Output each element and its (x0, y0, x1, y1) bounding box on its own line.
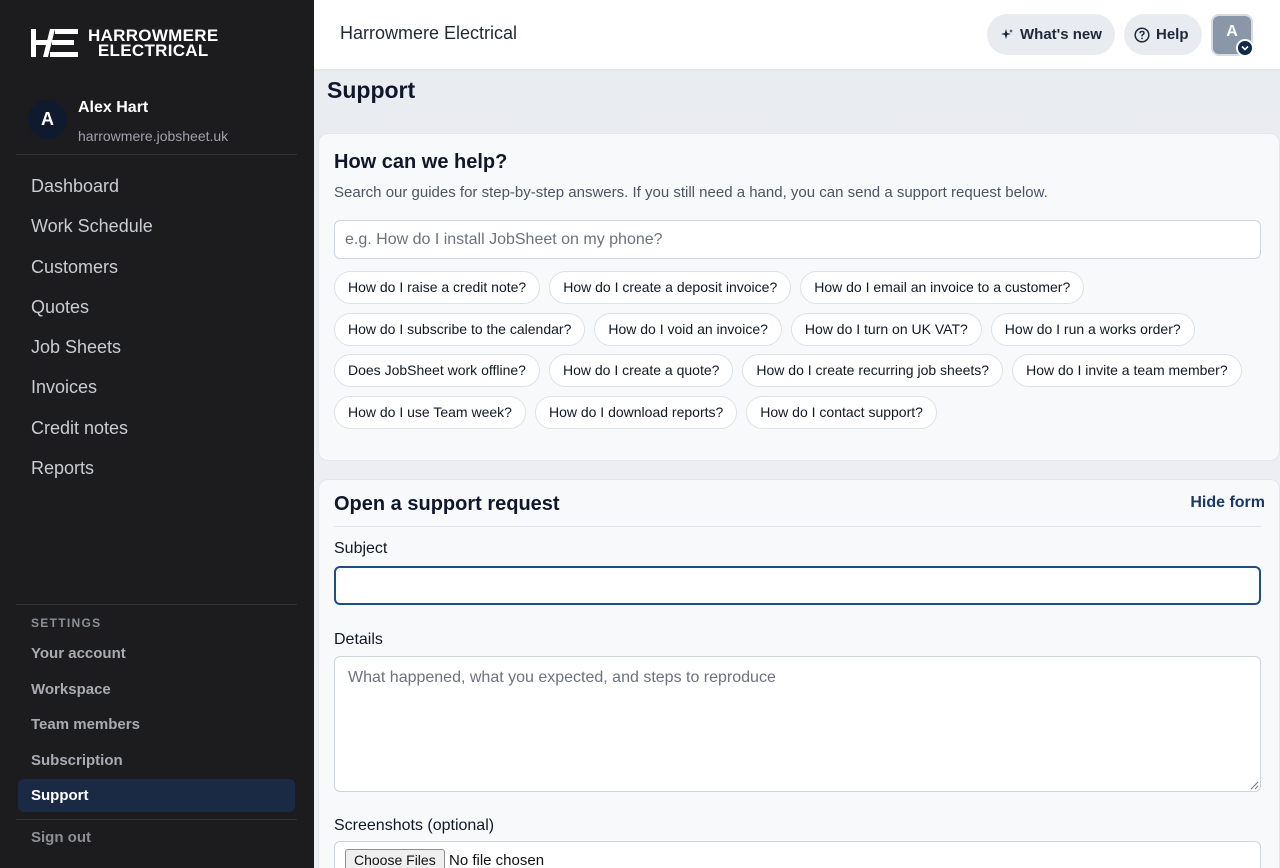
screenshots-file-input: Choose Files No file chosen (334, 841, 1261, 868)
question-chip[interactable]: How do I create a quote? (548, 354, 734, 387)
sidebar-divider (16, 604, 297, 605)
question-chip[interactable]: How do I run a works order? (990, 312, 1195, 346)
question-chip[interactable]: How do I turn on UK VAT? (790, 312, 982, 346)
nav-item-quotes[interactable]: Quotes (31, 287, 153, 327)
question-circle-icon (1134, 26, 1150, 43)
sidebar-divider (16, 154, 297, 155)
support-request-card: Open a support request Hide form Subject… (318, 479, 1280, 868)
main-content: Support How can we help? Search our guid… (314, 71, 1280, 868)
screenshots-label: Screenshots (optional) (334, 817, 495, 834)
user-profile[interactable]: A Alex Hart harrowmere.jobsheet.uk (28, 98, 228, 144)
help-label: Help (1156, 26, 1189, 43)
sidebar: HARROWMERE ELECTRICAL A Alex Hart harrow… (0, 0, 314, 868)
settings-heading: SETTINGS (31, 616, 102, 630)
question-chip[interactable]: How do I raise a credit note? (334, 271, 541, 304)
whats-new-button[interactable]: What's new (987, 14, 1115, 55)
subject-label: Subject (334, 540, 388, 557)
nav-item-credit-notes[interactable]: Credit notes (31, 408, 153, 448)
question-chip[interactable]: Does JobSheet work offline? (334, 354, 540, 387)
workspace-title: Harrowmere Electrical (340, 23, 518, 43)
sparkle-icon (1001, 28, 1013, 39)
question-chip[interactable]: How do I create a deposit invoice? (549, 271, 792, 304)
settings-item-support[interactable]: Support (18, 779, 295, 812)
details-textarea[interactable] (334, 656, 1261, 792)
avatar-initial: A (1226, 23, 1238, 40)
support-request-title: Open a support request (334, 493, 560, 515)
chevron-down-icon (1236, 39, 1254, 57)
suggested-questions: How do I raise a credit note? How do I c… (334, 271, 1264, 437)
nav-item-work-schedule[interactable]: Work Schedule (31, 206, 153, 246)
subject-input[interactable] (334, 566, 1261, 605)
page-title: Support (327, 77, 416, 103)
question-chip[interactable]: How do I subscribe to the calendar? (334, 312, 586, 346)
account-menu-avatar[interactable]: A (1211, 14, 1254, 57)
brand-logo[interactable]: HARROWMERE ELECTRICAL (30, 27, 219, 59)
question-chip[interactable]: How do I void an invoice? (594, 312, 782, 346)
nav-item-job-sheets[interactable]: Job Sheets (31, 327, 153, 367)
user-avatar: A (28, 100, 67, 139)
sign-out-link[interactable]: Sign out (31, 829, 91, 846)
settings-nav: Your account Workspace Team members Subs… (18, 636, 295, 812)
settings-item-team-members[interactable]: Team members (18, 707, 295, 743)
topbar: Harrowmere Electrical What's new Help A (314, 0, 1280, 70)
hide-form-button[interactable]: Hide form (1190, 494, 1265, 512)
user-name: Alex Hart (78, 99, 149, 116)
file-status: No file chosen (449, 852, 545, 868)
nav-item-dashboard[interactable]: Dashboard (31, 166, 153, 206)
nav-item-customers[interactable]: Customers (31, 247, 153, 287)
question-chip[interactable]: How do I contact support? (746, 395, 937, 429)
choose-files-button[interactable]: Choose Files (345, 849, 445, 868)
nav-item-reports[interactable]: Reports (31, 448, 153, 488)
logo-wordmark: HARROWMERE ELECTRICAL (88, 27, 219, 60)
question-chip[interactable]: How do I email an invoice to a customer? (800, 271, 1085, 304)
question-chip[interactable]: How do I use Team week? (334, 395, 526, 429)
resize-handle-icon[interactable] (1249, 780, 1259, 790)
card-divider (334, 526, 1261, 527)
user-domain: harrowmere.jobsheet.uk (78, 128, 229, 144)
help-card-subtitle: Search our guides for step-by-step answe… (334, 184, 1048, 201)
logo-mark-icon (31, 29, 78, 57)
question-chip[interactable]: How do I download reports? (534, 395, 738, 429)
sidebar-divider (16, 819, 297, 820)
help-card-title: How can we help? (334, 151, 508, 173)
settings-item-your-account[interactable]: Your account (18, 636, 295, 672)
details-label: Details (334, 631, 383, 648)
main-nav: Dashboard Work Schedule Customers Quotes… (31, 166, 153, 488)
question-chip[interactable]: How do I create recurring job sheets? (742, 354, 1004, 387)
nav-item-invoices[interactable]: Invoices (31, 367, 153, 407)
help-search-input[interactable] (334, 220, 1261, 259)
help-button[interactable]: Help (1124, 14, 1202, 55)
whats-new-label: What's new (1020, 26, 1102, 43)
logo-line-2: ELECTRICAL (97, 41, 209, 60)
help-search-card: How can we help? Search our guides for s… (318, 133, 1280, 461)
settings-item-subscription[interactable]: Subscription (18, 743, 295, 779)
settings-item-workspace[interactable]: Workspace (18, 672, 295, 708)
question-chip[interactable]: How do I invite a team member? (1012, 354, 1242, 387)
